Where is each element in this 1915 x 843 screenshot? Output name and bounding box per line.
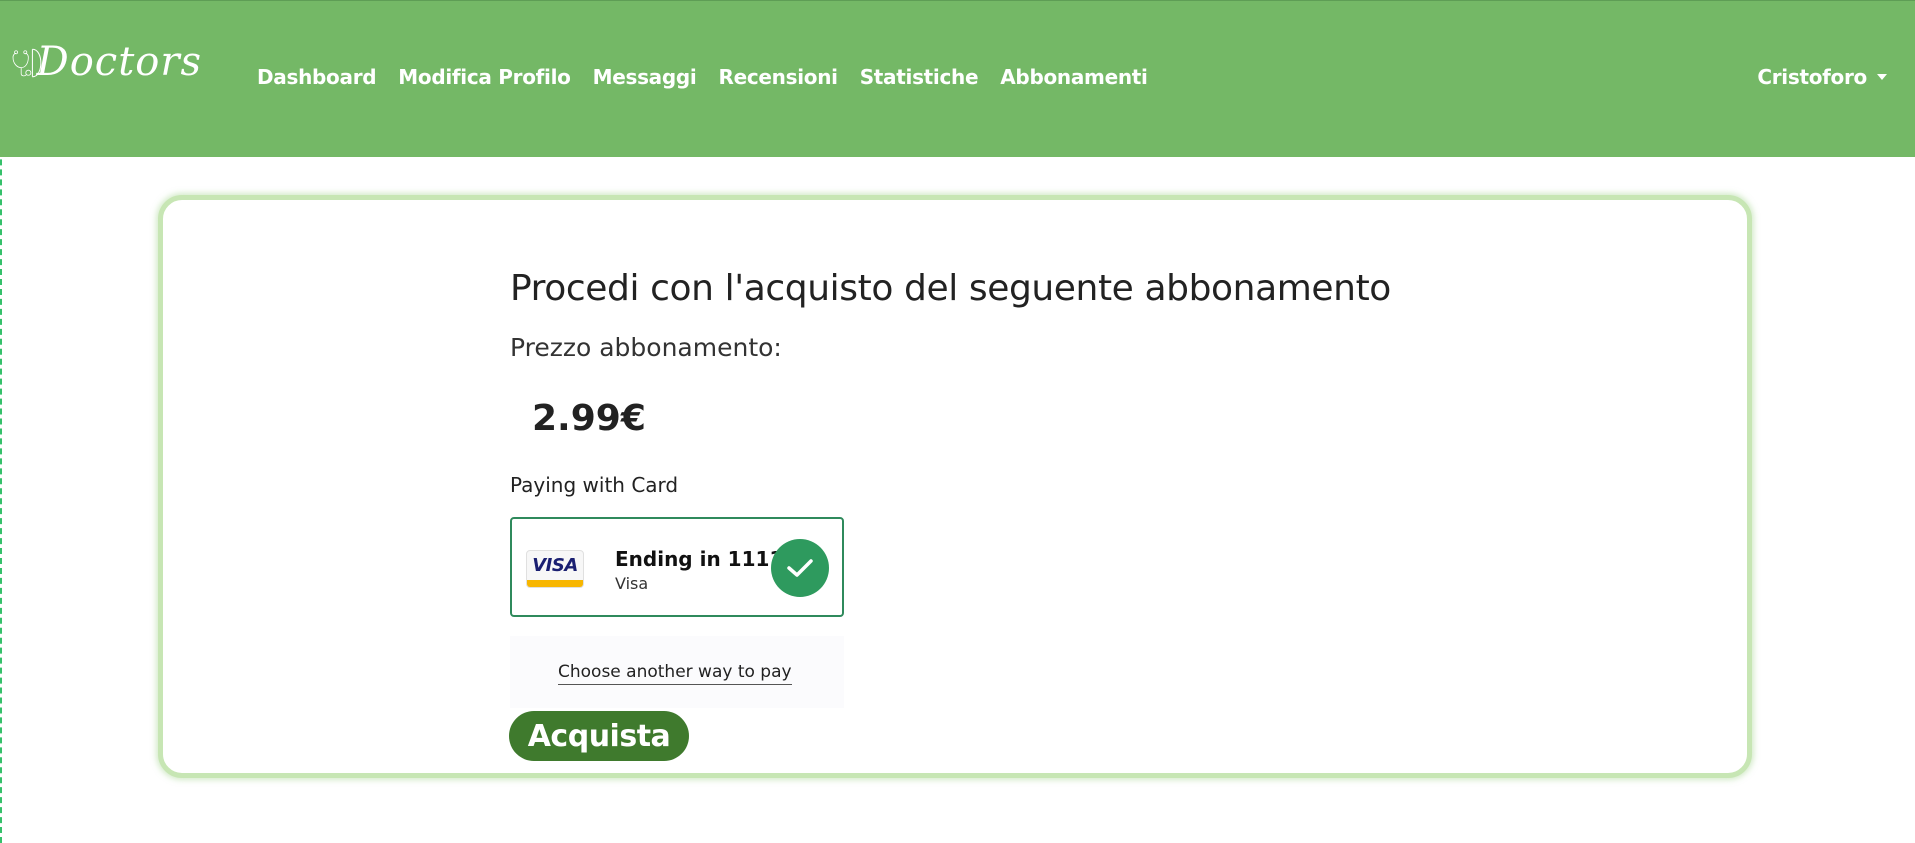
choose-another-payment-link[interactable]: Choose another way to pay — [558, 662, 792, 685]
page-title: Procedi con l'acquisto del seguente abbo… — [510, 268, 1391, 309]
card-ending-label: Ending in 1111 — [615, 547, 784, 571]
price-value: 2.99€ — [532, 398, 646, 439]
buy-button[interactable]: Acquista — [509, 711, 689, 761]
price-label: Prezzo abbonamento: — [510, 333, 782, 362]
main-nav: Dashboard Modifica Profilo Messaggi Rece… — [257, 65, 1170, 89]
nav-link-dashboard[interactable]: Dashboard — [257, 65, 377, 89]
brand-logo[interactable]: Doctors — [12, 27, 202, 97]
checkmark-icon — [771, 539, 829, 597]
visa-stripe — [527, 580, 583, 587]
visa-card-icon: VISA — [526, 550, 584, 588]
nav-link-messaggi[interactable]: Messaggi — [593, 65, 697, 89]
saved-card-option[interactable]: VISA Ending in 1111 Visa — [510, 517, 844, 617]
nav-link-abbonamenti[interactable]: Abbonamenti — [1000, 65, 1148, 89]
nav-link-statistiche[interactable]: Statistiche — [860, 65, 979, 89]
brand-name: Doctors — [36, 39, 202, 85]
navbar: Doctors Dashboard Modifica Profilo Messa… — [0, 0, 1915, 157]
other-payment-section: Choose another way to pay — [510, 636, 844, 708]
paying-with-label: Paying with Card — [510, 473, 679, 497]
user-name: Cristoforo — [1757, 65, 1867, 89]
card-brand-label: Visa — [615, 574, 649, 593]
nav-link-modifica-profilo[interactable]: Modifica Profilo — [398, 65, 571, 89]
visa-logo-text: VISA — [532, 555, 578, 576]
nav-link-recensioni[interactable]: Recensioni — [718, 65, 838, 89]
chevron-down-icon — [1877, 74, 1887, 80]
user-menu-toggle[interactable]: Cristoforo — [1757, 65, 1887, 89]
checkout-content: Procedi con l'acquisto del seguente abbo… — [510, 268, 1410, 309]
